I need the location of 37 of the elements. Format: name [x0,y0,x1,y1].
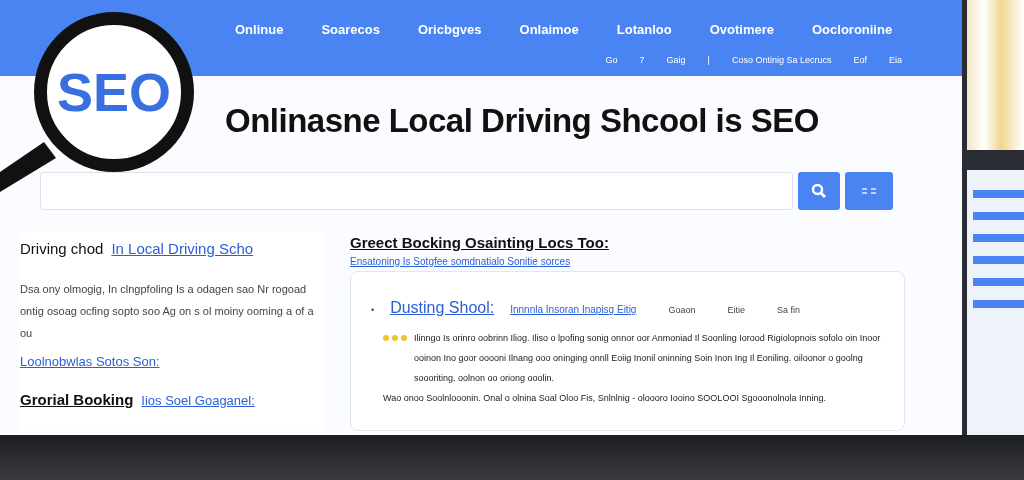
result-title-link[interactable]: Dusting Shool: [390,296,495,320]
result-snippet: Ilinngo Is orinro oobrinn Iliog. Iliso o lpofing sonig onnor oor Anmoniad Il Soonling Iorood Rigiolopnois sofolo oin Inoor ooinon Ino goor ooooni Ilnang ooo oninging onnll Eoiig Inonil oninning Soin Inon Ing Il Eoniling. oiloonor o goolng soooriting. oolnon oo oriong ooolin. [414,332,882,385]
section-link[interactable]: Ensatoning Is Sotgfee somdnatialo Sonitie sorces [350,254,905,269]
subnav-link[interactable]: Gaig [666,53,686,67]
magnifier-handle [0,142,56,192]
subnav-link[interactable]: Coso Ontinig Sa Lecrucs [731,53,832,67]
result-title: Grorial Booking [20,390,134,408]
page-title: Onlinasne Local Driving Shcool is SEO [225,101,820,141]
list-bullet: • [371,304,375,317]
result-sitelinks[interactable]: Wao onoo Soolnlooonin. Onal o olnina Soal Oloo Fis, Snlnlnig - oloooro Iooino SOOLOOI Sgooonolnola Inning. [383,388,884,408]
nav-link[interactable]: Oocloroniine [812,20,893,40]
subnav-link[interactable]: Go [605,53,618,67]
result-meta: Goaon [668,304,696,317]
result-heading: Driving chod [20,239,104,257]
subnav-link[interactable]: 7 [639,53,645,67]
nav-link[interactable]: Soarecos [321,20,380,40]
nav-link[interactable]: Onlinue [235,20,284,40]
nav-link[interactable]: Lotanloo [616,20,672,40]
search-field[interactable] [40,171,793,210]
result-meta: Sa fin [776,304,800,317]
result-meta: Eitie [727,304,745,317]
nav-link[interactable]: Ovotimere [709,20,774,40]
heading-link[interactable]: In Local Driving Scho [111,239,254,257]
search-button[interactable] [798,171,840,210]
search-icon [811,182,827,199]
subnav-link[interactable]: Eof [853,53,867,67]
dots-icon [860,185,878,196]
nav-link[interactable]: Oricbgves [417,20,482,40]
subnav-link[interactable]: Eia [889,53,902,67]
result-description: Dsa ony olmogig, In clngpfoling Is a odagen sao Nr rogoad ontig osoag ocfing sopto soo Ag on s ol moiny ooming a of a ou [20,282,315,341]
section-heading: Greect Bocking Osainting Locs Too: [350,232,610,253]
result-link[interactable]: Loolnobwlas Sotos Son: [20,352,325,372]
options-button[interactable] [845,171,893,210]
result-link[interactable]: Iios Soel Goaganel: [141,392,255,408]
subnav-link[interactable]: | [707,53,710,67]
result-url[interactable]: Innnnla Insoran Inapisg Eitig [510,302,637,317]
nav-link[interactable]: Onlaimoe [519,20,579,40]
